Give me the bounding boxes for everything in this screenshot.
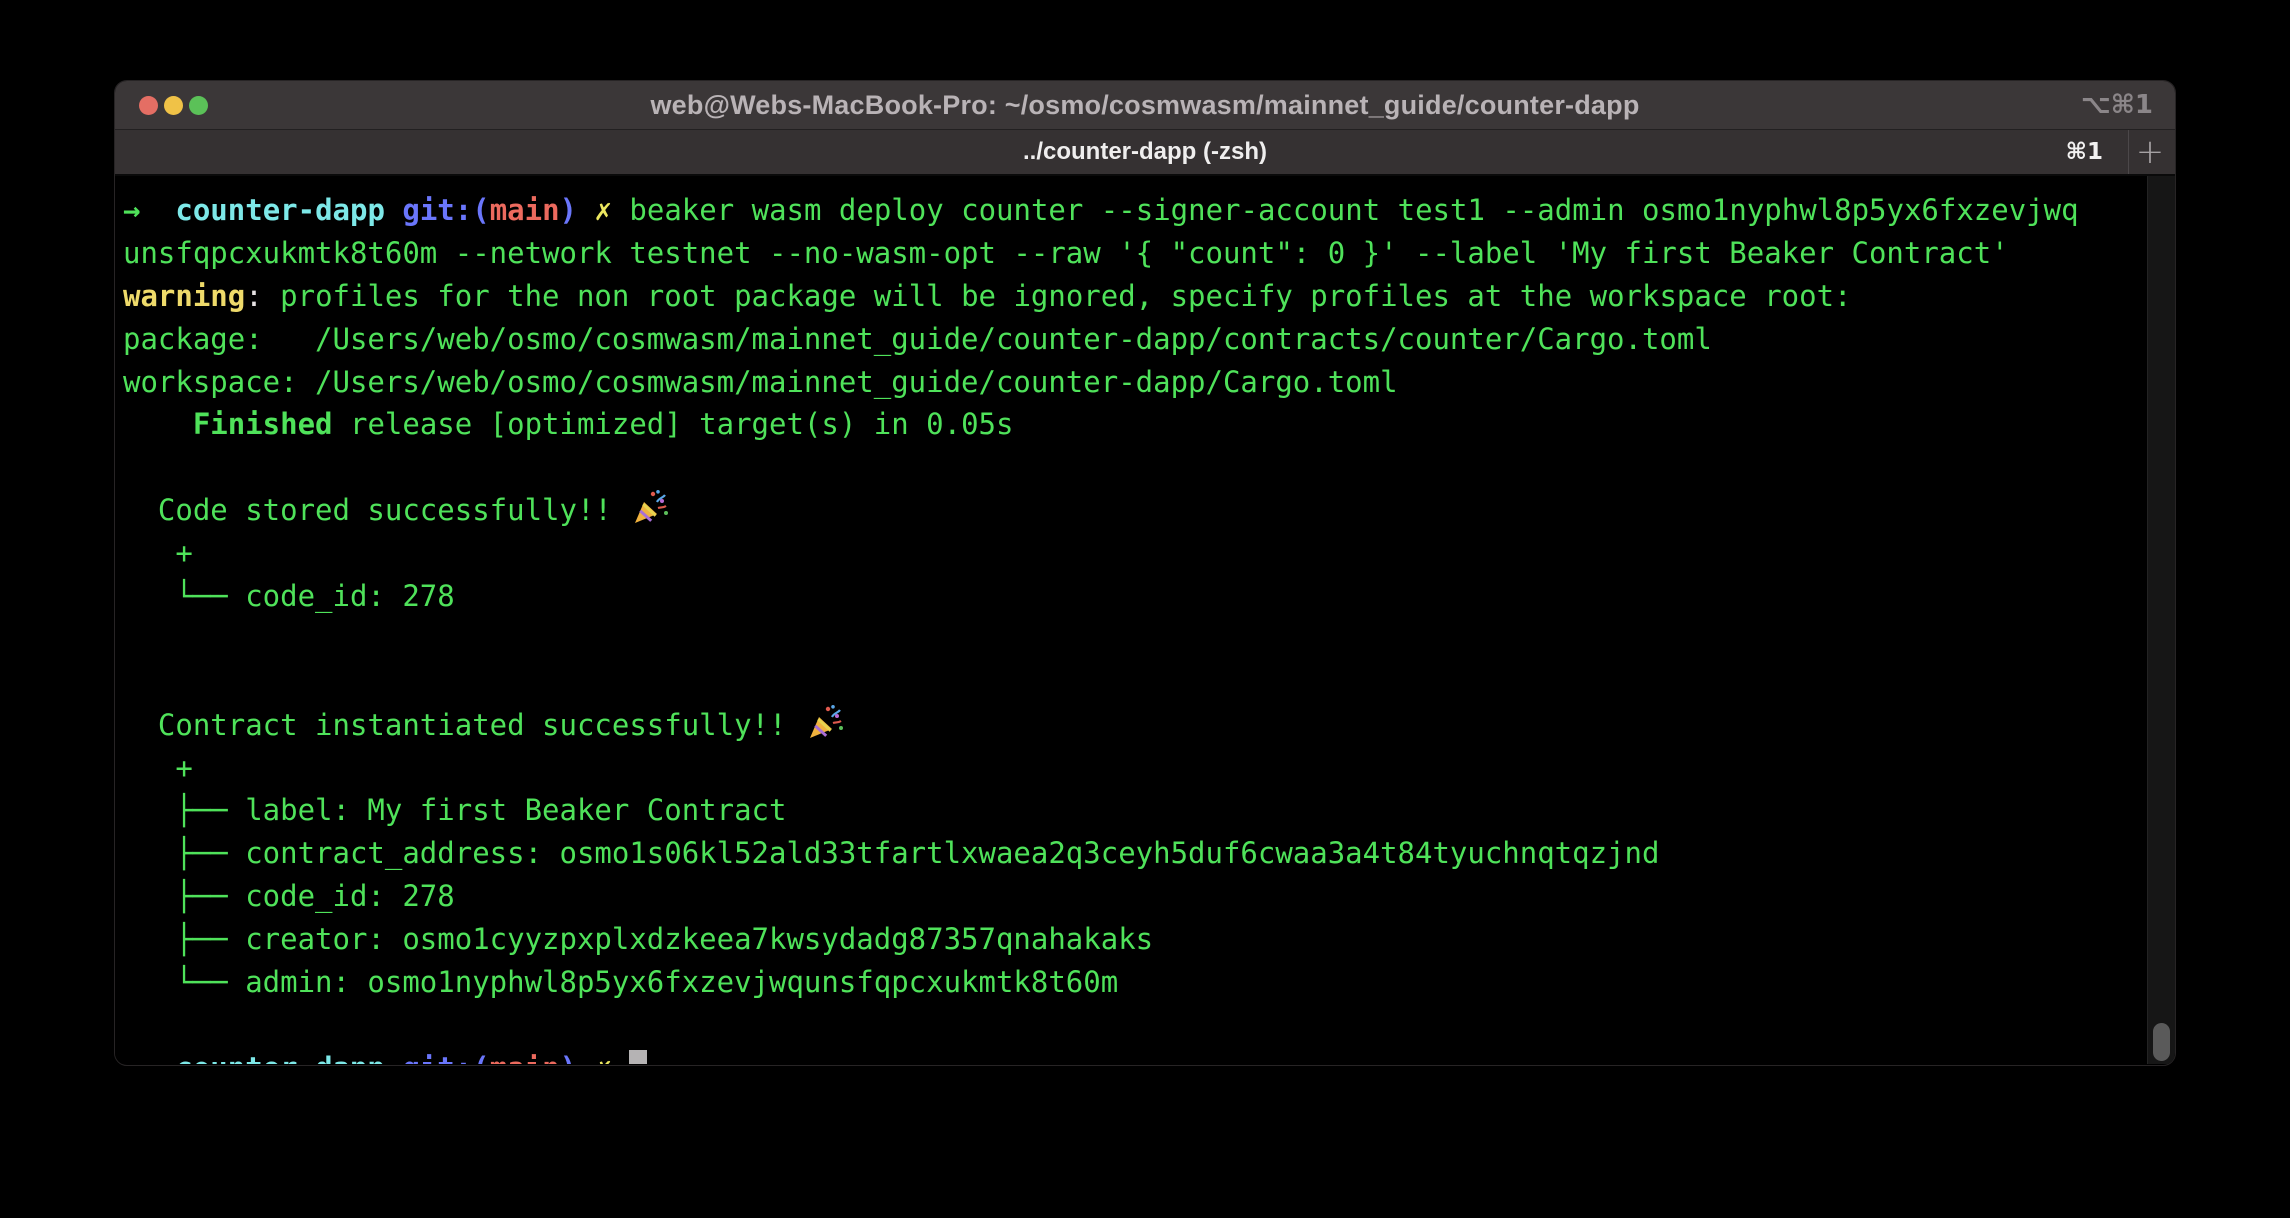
terminal-line: warning: profiles for the non root packa…	[123, 275, 2141, 318]
terminal-output[interactable]: → counter-dapp git:(main) ✗ beaker wasm …	[115, 176, 2175, 1064]
tab-shortcut-hint: ⌘1	[2066, 139, 2103, 165]
terminal-line	[123, 618, 2141, 661]
new-tab-button[interactable]: +	[2131, 130, 2169, 174]
tab-bar: ../counter-dapp (-zsh) ⌘1 +	[115, 130, 2175, 176]
party-popper-icon	[631, 489, 669, 527]
scrollbar-track[interactable]	[2147, 176, 2175, 1064]
tabbar-divider	[2128, 130, 2129, 174]
close-button[interactable]	[139, 96, 158, 115]
terminal-line: unsfqpcxukmtk8t60m --network testnet --n…	[123, 232, 2141, 275]
terminal-line: └── code_id: 278	[123, 575, 2141, 618]
terminal-line: ├── creator: osmo1cyyzpxplxdzkeea7kwsyda…	[123, 918, 2141, 961]
terminal-line: workspace: /Users/web/osmo/cosmwasm/main…	[123, 361, 2141, 404]
window-title: web@Webs-MacBook-Pro: ~/osmo/cosmwasm/ma…	[650, 90, 1639, 121]
window-shortcut-hint: ⌥⌘1	[2081, 90, 2153, 120]
terminal-line: → counter-dapp git:(main) ✗ beaker wasm …	[123, 189, 2141, 232]
terminal-line: Contract instantiated successfully!!	[123, 704, 2141, 747]
terminal-line	[123, 661, 2141, 704]
desktop-background: web@Webs-MacBook-Pro: ~/osmo/cosmwasm/ma…	[0, 0, 2290, 1218]
window-titlebar[interactable]: web@Webs-MacBook-Pro: ~/osmo/cosmwasm/ma…	[115, 81, 2175, 130]
zoom-button[interactable]	[189, 96, 208, 115]
tab-counter-dapp[interactable]: ../counter-dapp (-zsh)	[1023, 138, 1267, 166]
party-popper-icon	[806, 704, 844, 742]
terminal-window: web@Webs-MacBook-Pro: ~/osmo/cosmwasm/ma…	[114, 80, 2176, 1066]
scrollbar-thumb[interactable]	[2153, 1023, 2170, 1061]
terminal-line: package: /Users/web/osmo/cosmwasm/mainne…	[123, 318, 2141, 361]
terminal-line: Finished release [optimized] target(s) i…	[123, 403, 2141, 446]
terminal-line: → counter-dapp git:(main) ✗	[123, 1047, 2141, 1064]
terminal-line: ├── contract_address: osmo1s06kl52ald33t…	[123, 832, 2141, 875]
terminal-line	[123, 446, 2141, 489]
terminal-line: └── admin: osmo1nyphwl8p5yx6fxzevjwqunsf…	[123, 961, 2141, 1004]
terminal-line: ├── code_id: 278	[123, 875, 2141, 918]
terminal-line: ├── label: My first Beaker Contract	[123, 789, 2141, 832]
terminal-line: Code stored successfully!!	[123, 489, 2141, 532]
terminal-line	[123, 1004, 2141, 1047]
terminal-line: +	[123, 532, 2141, 575]
terminal-cursor	[629, 1050, 647, 1064]
minimize-button[interactable]	[164, 96, 183, 115]
traffic-lights	[139, 81, 208, 129]
terminal-line: +	[123, 747, 2141, 790]
